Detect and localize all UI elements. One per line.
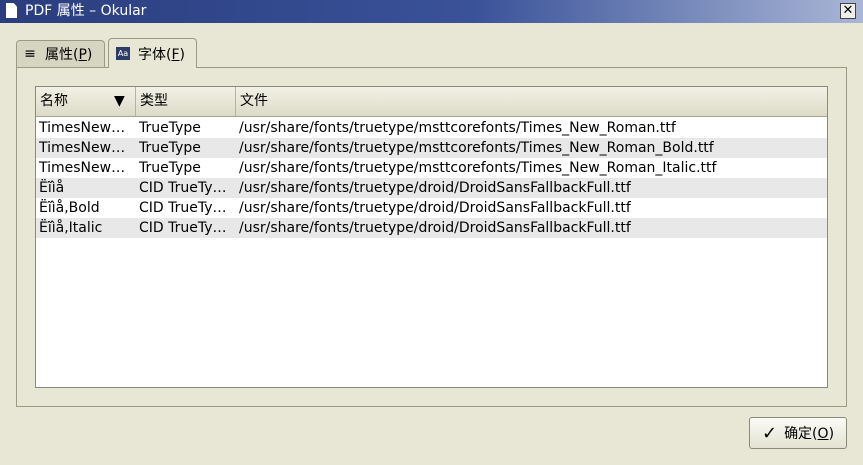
sort-descending-icon: ▼ [114,93,125,109]
cell-file: /usr/share/fonts/truetype/droid/DroidSan… [239,200,631,216]
cell-name: TimesNew… [39,160,126,176]
cell-name: Ëĩìå,Italic [39,220,103,236]
tab-properties-label: 属性(P) [45,47,93,63]
cell-name: Ëĩìå,Bold [39,200,100,216]
cell-type: TrueType [139,120,201,136]
column-header-file[interactable]: 文件 [236,87,827,116]
cell-file: /usr/share/fonts/truetype/droid/DroidSan… [239,220,631,236]
cell-type: TrueType [139,140,201,156]
cell-type: CID TrueTy… [139,180,227,196]
cell-file: /usr/share/fonts/truetype/droid/DroidSan… [239,180,631,196]
table-row[interactable]: TimesNew… TrueType/usr/share/fonts/truety… [36,118,827,138]
table-row[interactable]: TimesNew… TrueType/usr/share/fonts/truety… [36,158,827,178]
font-icon: Aa [116,47,130,60]
document-icon [6,3,17,18]
cell-name: TimesNew… [39,120,126,136]
column-header-name[interactable]: 名称 ▼ [36,87,136,116]
cell-file: /usr/share/fonts/truetype/msttcorefonts/… [239,160,717,176]
cell-type: TrueType [139,160,201,176]
cell-type: CID TrueTy… [139,200,227,216]
cell-name: TimesNew… [39,140,126,156]
list-icon: ≡ [24,46,36,62]
table-row[interactable]: Ëĩìå,Bold CID TrueTy… /usr/share/fonts/tru… [36,198,827,218]
column-header-type[interactable]: 类型 [136,87,236,116]
cell-type: CID TrueTy… [139,220,227,236]
list-header: 名称 ▼ 类型 文件 [36,87,827,117]
table-row[interactable]: Ëĩìå CID TrueTy… /usr/share/fonts/truetype… [36,178,827,198]
ok-button[interactable]: ✓ 确定(O) [749,417,847,449]
close-button[interactable]: ✕ [840,3,856,19]
tab-properties[interactable]: ≡ 属性(P) [16,40,105,67]
dialog-body: ≡ 属性(P) Aa 字体(F) 名称 ▼ 类型 文件 TimesNew… Tru… [0,23,863,465]
table-row[interactable]: TimesNew… TrueType/usr/share/fonts/truety… [36,138,827,158]
tab-fonts-label: 字体(F) [138,46,185,63]
window-title: PDF 属性 – Okular [25,3,147,19]
fonts-list[interactable]: 名称 ▼ 类型 文件 TimesNew… TrueType/usr/share/f… [35,86,828,388]
cell-file: /usr/share/fonts/truetype/msttcorefonts/… [239,120,676,136]
check-icon: ✓ [761,422,778,444]
cell-file: /usr/share/fonts/truetype/msttcorefonts/… [239,140,714,156]
title-bar: PDF 属性 – Okular ✕ [0,0,863,23]
cell-name: Ëĩìå [39,180,65,196]
table-row[interactable]: Ëĩìå,Italic CID TrueTy… /usr/share/fonts/t… [36,218,827,238]
tab-fonts[interactable]: Aa 字体(F) [108,38,197,68]
ok-button-label: 确定(O) [784,426,835,442]
